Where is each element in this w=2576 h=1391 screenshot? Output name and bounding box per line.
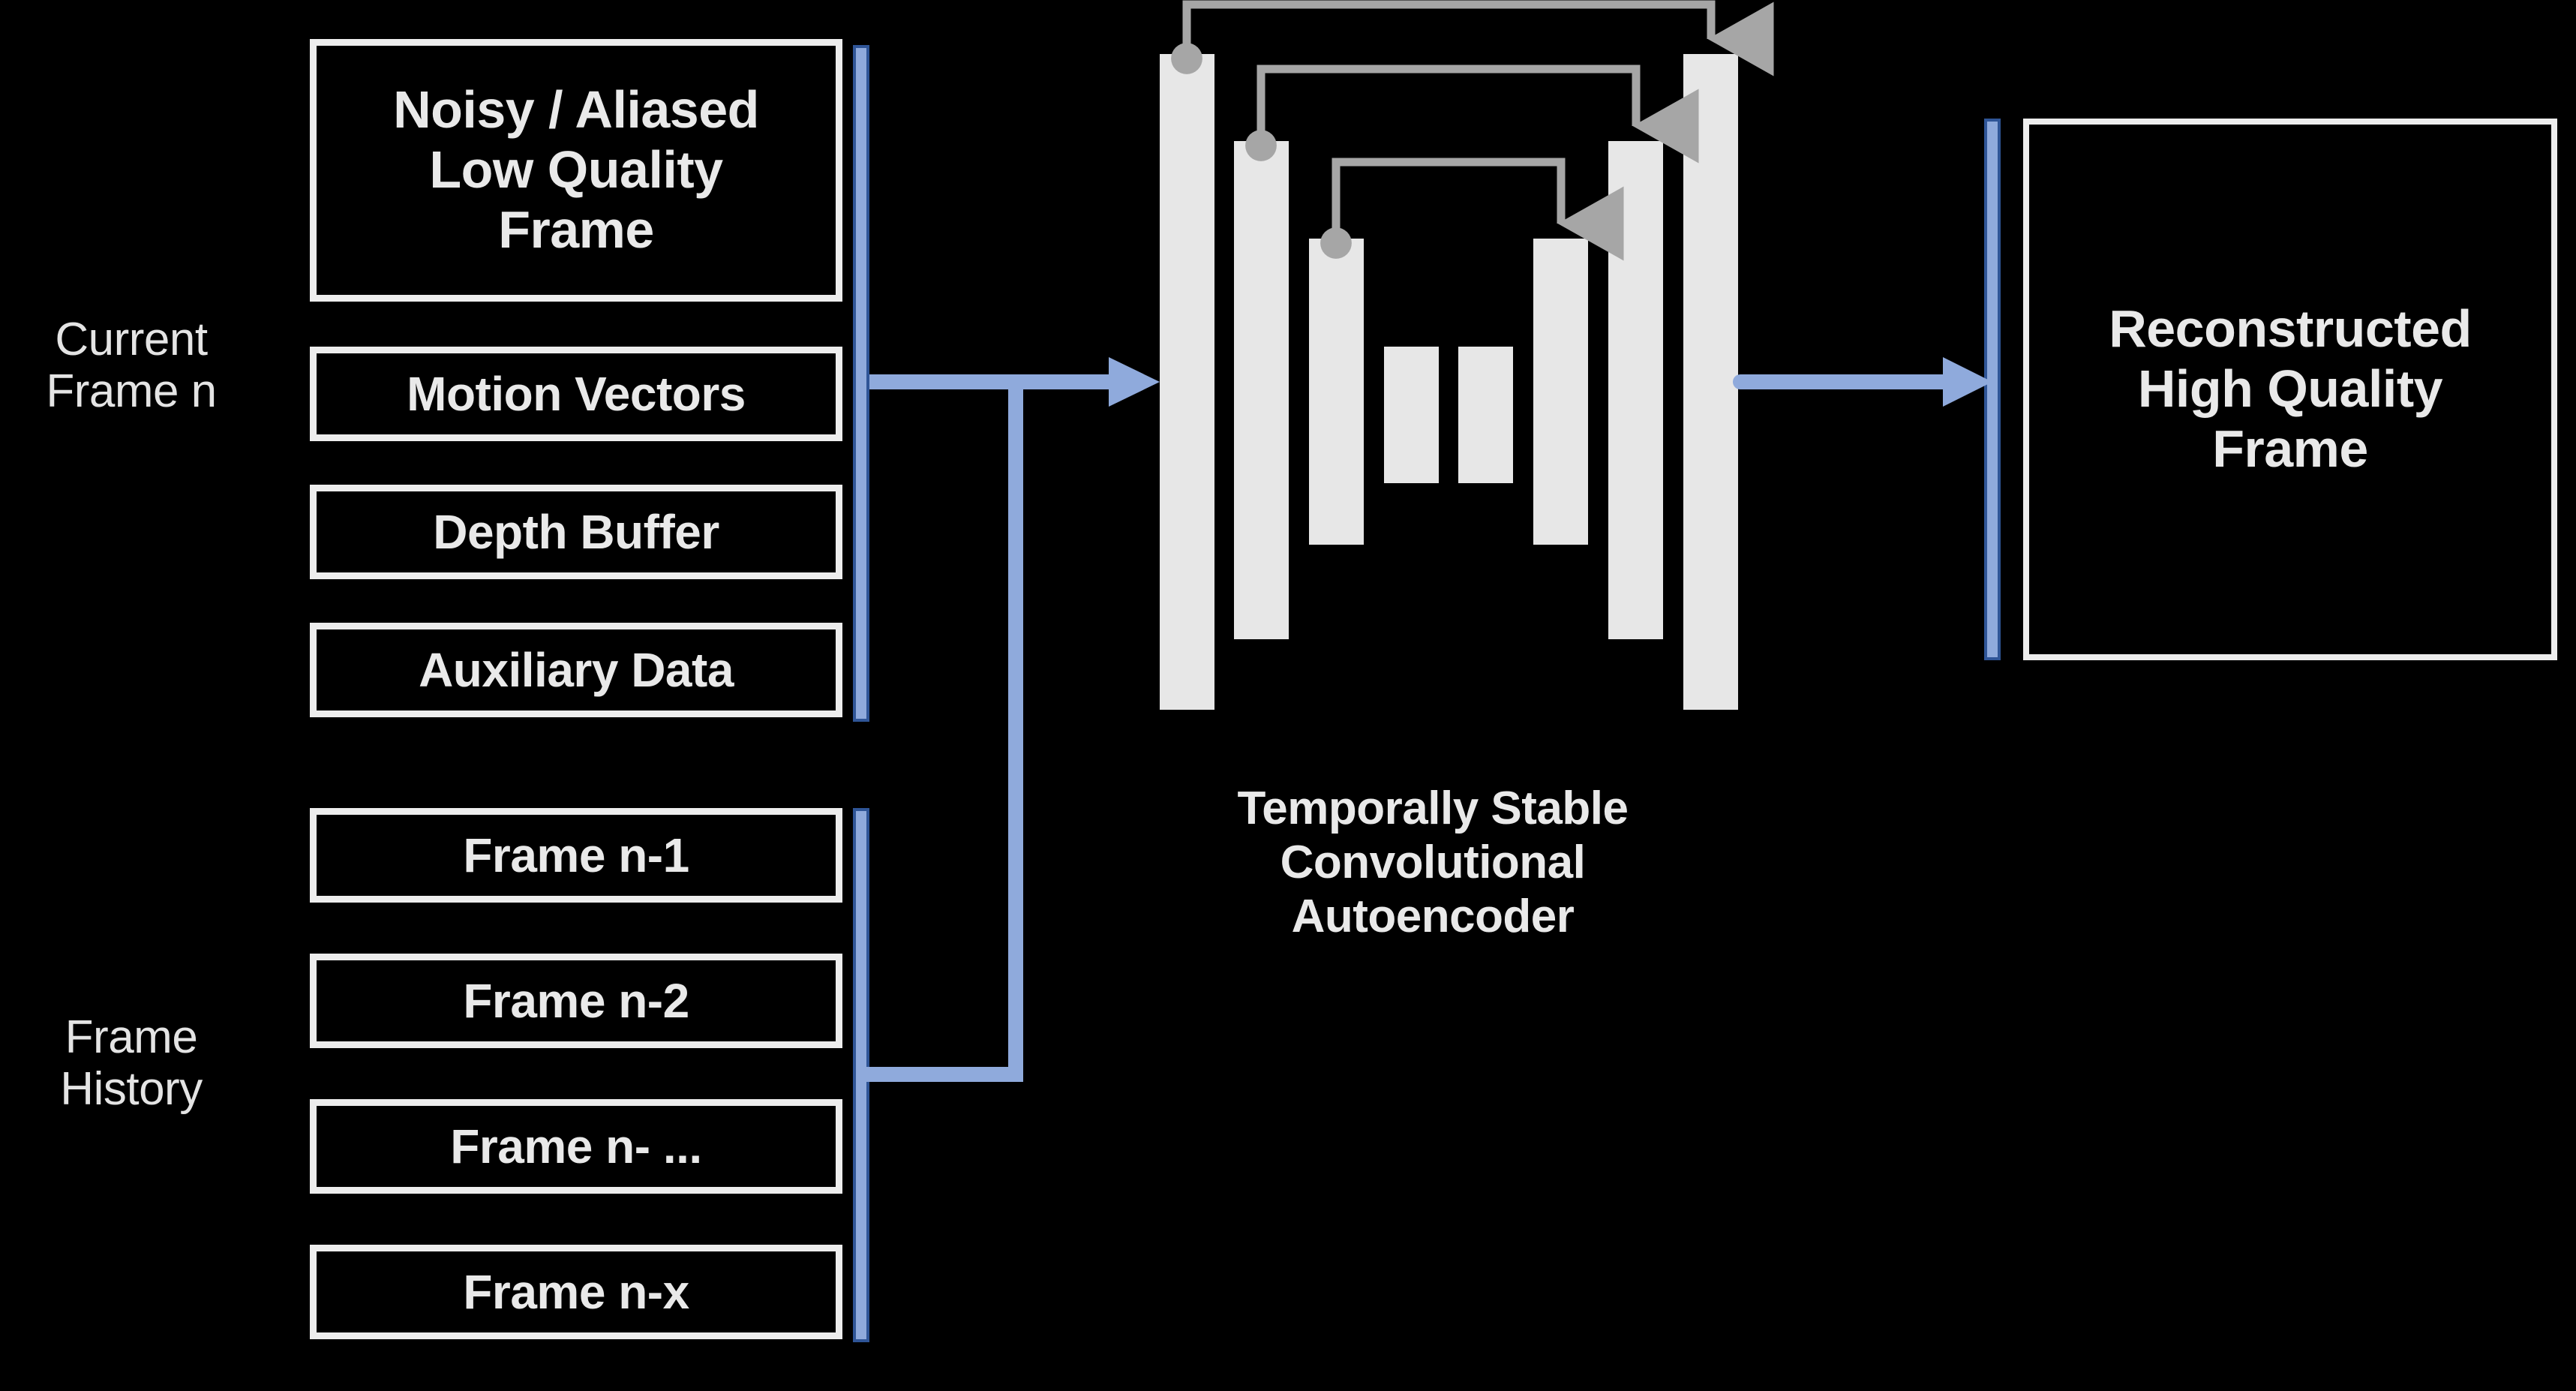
network-layer-enc-1 xyxy=(1160,54,1214,710)
network-layer-dec-2 xyxy=(1608,141,1663,639)
skip-connection-middle xyxy=(1245,65,1699,164)
bus-bar-current-frame xyxy=(853,45,869,722)
input-box-frame-n-dots[interactable]: Frame n- ... xyxy=(310,1099,842,1194)
network-layer-bottleneck-1 xyxy=(1384,347,1439,483)
group-label-current-frame: Current Frame n xyxy=(46,314,217,418)
network-layer-dec-3 xyxy=(1533,239,1588,545)
input-box-frame-n-2[interactable]: Frame n-2 xyxy=(310,954,842,1048)
input-box-frame-n-x[interactable]: Frame n-x xyxy=(310,1245,842,1339)
diagram-canvas: Current Frame n Frame History Noisy / Al… xyxy=(0,0,2576,1391)
output-box-reconstructed-frame[interactable]: Reconstructed High Quality Frame xyxy=(2023,119,2557,660)
input-box-depth-buffer[interactable]: Depth Buffer xyxy=(310,485,842,579)
group-label-frame-history: Frame History xyxy=(60,1011,203,1116)
input-box-frame-n-1[interactable]: Frame n-1 xyxy=(310,808,842,903)
network-caption: Temporally Stable Convolutional Autoenco… xyxy=(1237,783,1629,942)
input-box-auxiliary-data[interactable]: Auxiliary Data xyxy=(310,623,842,717)
network-layer-enc-2 xyxy=(1234,141,1289,639)
flow-arrow-network-to-output xyxy=(1733,357,1992,407)
network-layer-enc-3 xyxy=(1309,239,1364,545)
skip-connection-inner xyxy=(1320,158,1624,261)
network-layer-bottleneck-2 xyxy=(1458,347,1513,483)
bus-bar-output xyxy=(1984,119,2001,660)
flow-arrow-input-to-network xyxy=(861,357,1160,1082)
bus-bar-frame-history xyxy=(853,808,869,1342)
skip-connection-outer xyxy=(1171,0,1774,77)
input-box-noisy-frame[interactable]: Noisy / Aliased Low Quality Frame xyxy=(310,39,842,302)
network-layer-dec-1 xyxy=(1683,54,1738,710)
input-box-motion-vectors[interactable]: Motion Vectors xyxy=(310,347,842,441)
